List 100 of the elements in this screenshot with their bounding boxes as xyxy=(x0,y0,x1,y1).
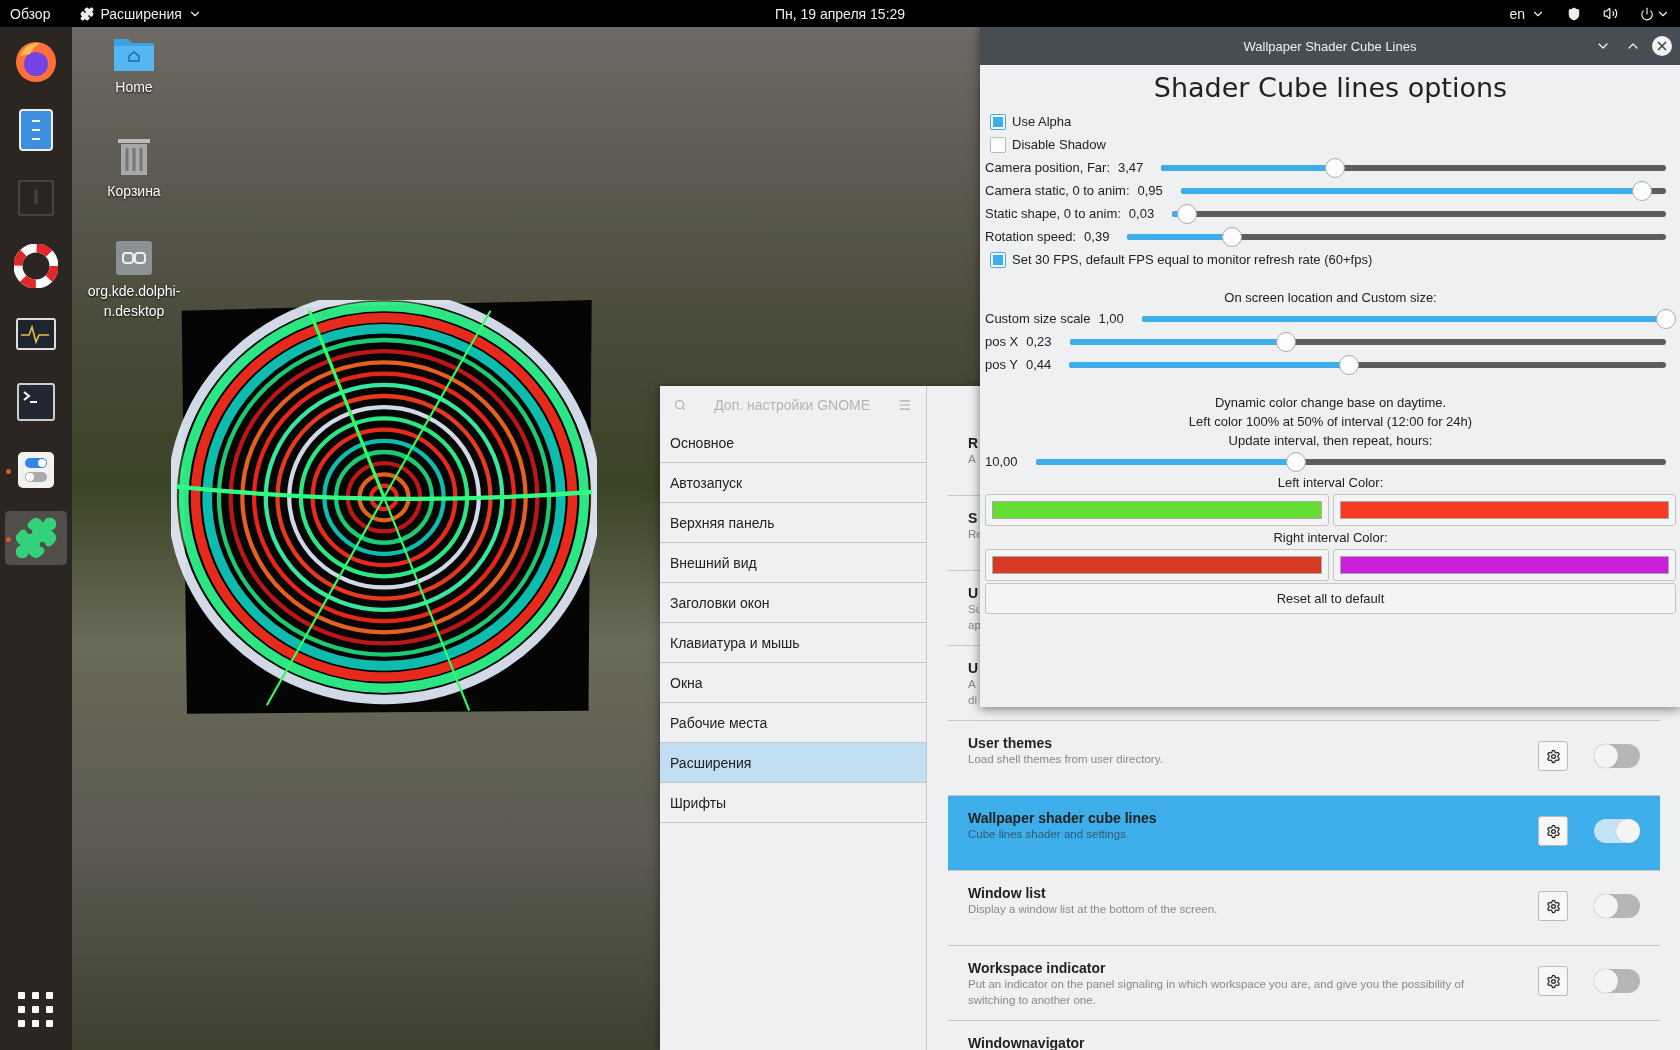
options-heading: Shader Cube lines options xyxy=(1152,71,1509,105)
sidebar-item[interactable]: Основное xyxy=(660,423,926,463)
lifebuoy-icon[interactable] xyxy=(14,244,58,288)
slider-handle[interactable] xyxy=(1177,203,1197,224)
toggles-icon[interactable] xyxy=(17,451,55,489)
close-icon xyxy=(1655,39,1669,53)
section-caption: Dynamic color change base on daytime. xyxy=(1213,394,1448,412)
checkbox[interactable] xyxy=(990,113,1006,130)
settings-button[interactable] xyxy=(1538,966,1568,996)
slider-label: Static shape, 0 to anim: xyxy=(985,206,1121,221)
sidebar-item[interactable]: Расширения xyxy=(660,743,926,783)
system-menu[interactable] xyxy=(1640,6,1670,21)
checkbox-label: Set 30 FPS, default FPS equal to monitor refresh rate (60+fps) xyxy=(1012,252,1373,267)
extension-title: Wallpaper shader cube lines xyxy=(968,810,1157,826)
extension-title: User themes xyxy=(968,735,1053,751)
keyboard-layout-menu[interactable]: en xyxy=(1509,5,1545,22)
checkbox[interactable] xyxy=(990,136,1006,153)
color-picker-button[interactable] xyxy=(985,549,1329,581)
toggle-switch[interactable] xyxy=(1594,744,1640,768)
settings-icon xyxy=(1545,898,1561,914)
puzzle-icon[interactable] xyxy=(14,516,58,560)
section-caption: Update interval, then repeat, hours: xyxy=(1227,432,1434,450)
extension-description: ap xyxy=(968,618,981,633)
slider-handle[interactable] xyxy=(1276,331,1297,352)
sidebar-item[interactable]: Верхняя панель xyxy=(660,503,926,543)
checkbox-label: Use Alpha xyxy=(1012,114,1072,129)
slider-label: Camera static, 0 to anim: xyxy=(985,183,1130,198)
extension-description: switching to another one. xyxy=(968,993,1096,1008)
volume-icon[interactable] xyxy=(1603,6,1618,21)
window-title: Доп. настройки GNOME xyxy=(714,396,871,413)
sidebar-item[interactable]: Клавиатура и мышь xyxy=(660,623,926,663)
running-dot xyxy=(6,469,11,474)
toggle-switch[interactable] xyxy=(1594,894,1640,918)
settings-icon xyxy=(1545,748,1561,764)
slider-value: 3,47 xyxy=(1118,160,1144,175)
extension-description: Put an indicator on the panel signaling in which workspace you are, and give you the possibility of xyxy=(968,977,1465,992)
slider-value: 10,00 xyxy=(985,454,1018,469)
search-icon[interactable] xyxy=(674,397,687,412)
terminal-icon[interactable] xyxy=(17,383,55,421)
extension-title: R xyxy=(968,435,979,451)
shield-icon[interactable] xyxy=(1567,6,1581,21)
slider-handle[interactable] xyxy=(1222,226,1243,247)
sidebar-item[interactable]: Окна xyxy=(660,663,926,703)
settings-button[interactable] xyxy=(1538,741,1568,771)
dock-item-highlight[interactable] xyxy=(5,511,67,565)
section-caption: Left interval Color: xyxy=(1276,474,1385,492)
slider-handle[interactable] xyxy=(1631,180,1652,201)
extension-description: A xyxy=(968,452,976,467)
slider-value: 0,95 xyxy=(1137,183,1163,198)
checkbox-label: Disable Shadow xyxy=(1012,137,1106,152)
settings-button[interactable] xyxy=(1538,816,1568,846)
slider-value: 0,23 xyxy=(1026,334,1052,349)
reset-button[interactable]: Reset all to default xyxy=(985,583,1676,614)
slider-handle[interactable] xyxy=(1656,308,1676,329)
desktop-icon-label[interactable]: org.kde.dolphi-n.desktop xyxy=(79,281,189,321)
slider-label: pos Y xyxy=(985,357,1018,372)
slider-handle[interactable] xyxy=(1325,157,1346,178)
extension-description: A xyxy=(968,677,976,692)
toggle-switch[interactable] xyxy=(1594,819,1640,843)
slider-value: 1,00 xyxy=(1098,311,1124,326)
toggle-switch[interactable] xyxy=(1594,969,1640,993)
slider-label: Camera position, Far: xyxy=(985,160,1110,175)
sidebar-item[interactable]: Автозапуск xyxy=(660,463,926,503)
desktop-icon-label[interactable]: Home xyxy=(79,77,189,97)
file-cabinet-icon[interactable] xyxy=(19,109,53,151)
extension-description: Cube lines shader and settings xyxy=(968,827,1126,842)
sidebar-item[interactable]: Шрифты xyxy=(660,783,926,823)
section-caption: Left color 100% at 50% of interval (12:00 for 24h) xyxy=(1187,413,1474,431)
power-icon xyxy=(1640,6,1654,21)
activities-button[interactable]: Обзор xyxy=(10,5,51,22)
settings-icon xyxy=(1545,823,1561,839)
slider-label: pos X xyxy=(985,334,1019,349)
extension-title: Workspace indicator xyxy=(968,960,1106,976)
extension-title: U xyxy=(968,660,979,676)
slider-handle[interactable] xyxy=(1338,354,1359,375)
checkbox[interactable] xyxy=(990,251,1006,268)
close-button[interactable] xyxy=(1652,36,1672,56)
color-picker-button[interactable] xyxy=(985,494,1329,526)
app-menu[interactable]: Расширения xyxy=(80,5,202,22)
app-menu-label: Расширения xyxy=(100,5,182,22)
system-monitor-icon[interactable] xyxy=(16,318,56,350)
section-caption: On screen location and Custom size: xyxy=(1223,289,1438,307)
slider-label: Custom size scale xyxy=(985,311,1091,326)
sidebar-item[interactable]: Внешний вид xyxy=(660,543,926,583)
color-picker-button[interactable] xyxy=(1332,549,1676,581)
settings-button[interactable] xyxy=(1538,891,1568,921)
desktop-icon-label[interactable]: Корзина xyxy=(79,181,189,201)
extension-description: Load shell themes from user directory. xyxy=(968,752,1163,767)
browser-icon[interactable] xyxy=(14,40,58,84)
sidebar-item[interactable]: Заголовки окон xyxy=(660,583,926,623)
extension-description: di xyxy=(968,693,977,708)
keyboard-layout: en xyxy=(1509,5,1525,22)
slider-handle[interactable] xyxy=(1285,451,1306,472)
app-grid-icon[interactable] xyxy=(18,992,54,1028)
extension-title: Window list xyxy=(968,885,1046,901)
clock[interactable]: Пн, 19 апреля 15:29 xyxy=(774,5,906,22)
settings-icon xyxy=(1545,973,1561,989)
color-picker-button[interactable] xyxy=(1332,494,1676,526)
extension-title: Windownavigator xyxy=(968,1035,1085,1050)
extension-row-highlight[interactable]: Wallpaper shader cube lines Cube lines shader and settings xyxy=(948,796,1660,871)
